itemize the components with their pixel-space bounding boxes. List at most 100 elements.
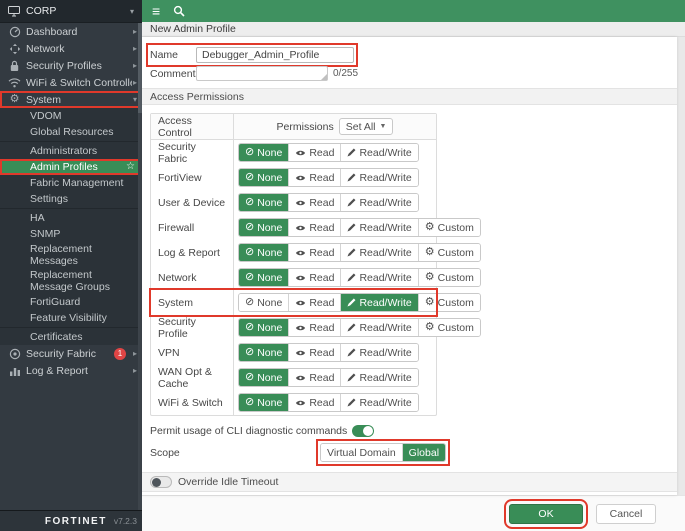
scope-option-label: Global (408, 446, 440, 459)
ban-icon: ⊘ (245, 171, 255, 183)
sidebar-item-network[interactable]: Network ▸ (0, 40, 142, 57)
sidebar-item-global-resources[interactable]: Global Resources (0, 124, 142, 140)
readwrite-permission-button[interactable]: Read/Write (341, 344, 418, 361)
readwrite-permission-button[interactable]: Read/Write (341, 319, 419, 336)
permission-row-system: System ⊘ None Read Read/Write ⚙ Custom (149, 288, 481, 317)
read-permission-button[interactable]: Read (289, 219, 342, 236)
none-permission-button[interactable]: ⊘ None (239, 369, 290, 386)
chart-icon (8, 365, 21, 377)
chevron-down-icon: ▾ (132, 95, 137, 104)
none-permission-button[interactable]: ⊘ None (239, 344, 290, 361)
none-permission-button[interactable]: ⊘ None (239, 269, 290, 286)
vdom-icon (8, 5, 20, 17)
sidebar-item-label: Log & Report (26, 364, 88, 377)
read-permission-button[interactable]: Read (289, 294, 342, 311)
permission-row-options: ⊘ None Read Read/Write (234, 140, 436, 165)
permission-option-label: None (257, 196, 283, 209)
name-row-annotation: Name (146, 43, 358, 67)
sidebar-item-snmp[interactable]: SNMP (0, 226, 142, 242)
none-permission-button[interactable]: ⊘ None (239, 244, 290, 261)
sidebar-item-settings[interactable]: Settings (0, 191, 142, 207)
fortinet-logo: FORTINET (44, 515, 107, 527)
readwrite-permission-button[interactable]: Read/Write (341, 144, 418, 161)
sidebar-item-replacement-message-groups[interactable]: Replacement Message Groups (0, 268, 142, 294)
permission-option-label: Read/Write (359, 146, 412, 159)
readwrite-permission-button[interactable]: Read/Write (341, 194, 418, 211)
sidebar-item-security-fabric[interactable]: Security Fabric 1 ▸ (0, 345, 142, 362)
name-input[interactable] (196, 47, 354, 63)
vdom-selector[interactable]: CORP ▾ (0, 0, 142, 23)
sidebar-item-admin-profiles[interactable]: Admin Profiles ☆ (0, 159, 142, 175)
readwrite-permission-button[interactable]: Read/Write (341, 369, 418, 386)
sidebar-item-security-profiles[interactable]: Security Profiles ▸ (0, 57, 142, 74)
read-permission-button[interactable]: Read (289, 169, 342, 186)
sidebar-divider (0, 327, 142, 328)
permission-row-label: WiFi & Switch (151, 390, 234, 415)
none-permission-button[interactable]: ⊘ None (239, 394, 290, 411)
custom-permission-button[interactable]: ⚙ Custom (418, 269, 480, 286)
sidebar-item-dashboard[interactable]: Dashboard ▸ (0, 23, 142, 40)
permission-option-label: None (257, 396, 283, 409)
read-permission-button[interactable]: Read (289, 144, 342, 161)
sidebar-subitem-label: Fabric Management (30, 177, 124, 189)
sidebar-item-fabric-management[interactable]: Fabric Management (0, 175, 142, 191)
none-permission-button[interactable]: ⊘ None (239, 294, 290, 311)
comments-input[interactable] (196, 66, 328, 81)
custom-permission-button[interactable]: ⚙ Custom (418, 294, 480, 311)
cancel-button[interactable]: Cancel (596, 503, 656, 524)
sidebar-item-ha[interactable]: HA (0, 210, 142, 226)
sidebar-item-log-report[interactable]: Log & Report ▸ (0, 362, 142, 379)
sidebar-item-wifi-switch-controller[interactable]: WiFi & Switch Controller ▸ (0, 74, 142, 91)
custom-permission-button[interactable]: ⚙ Custom (418, 219, 480, 236)
readwrite-permission-button[interactable]: Read/Write (341, 244, 419, 261)
access-control-column-header: Access Control (151, 114, 234, 139)
star-icon[interactable]: ☆ (126, 161, 135, 173)
read-permission-button[interactable]: Read (289, 394, 342, 411)
override-idle-timeout-toggle[interactable] (150, 476, 172, 488)
pencil-icon (347, 148, 356, 157)
sidebar-item-fortiguard[interactable]: FortiGuard (0, 294, 142, 310)
eye-icon (295, 299, 306, 307)
readwrite-permission-button[interactable]: Read/Write (341, 394, 418, 411)
pencil-icon (347, 373, 356, 382)
read-permission-button[interactable]: Read (289, 369, 342, 386)
eye-icon (295, 349, 306, 357)
none-permission-button[interactable]: ⊘ None (239, 319, 290, 336)
cli-diagnostic-label: Permit usage of CLI diagnostic commands (150, 425, 348, 437)
read-permission-button[interactable]: Read (289, 344, 342, 361)
sidebar-item-replacement-messages[interactable]: Replacement Messages (0, 242, 142, 268)
readwrite-permission-button[interactable]: Read/Write (341, 219, 419, 236)
read-permission-button[interactable]: Read (289, 319, 342, 336)
sidebar-item-feature-visibility[interactable]: Feature Visibility (0, 310, 142, 326)
custom-permission-button[interactable]: ⚙ Custom (418, 244, 480, 261)
permission-row-options: ⊘ None Read Read/Write (234, 165, 436, 190)
lock-icon (8, 60, 21, 72)
ok-button[interactable]: OK (504, 498, 588, 529)
read-permission-button[interactable]: Read (289, 194, 342, 211)
sidebar-item-administrators[interactable]: Administrators (0, 143, 142, 159)
permission-segmented-control: ⊘ None Read Read/Write (238, 193, 419, 212)
search-icon[interactable] (173, 5, 185, 17)
set-all-button[interactable]: Set All ▼ (338, 118, 394, 135)
none-permission-button[interactable]: ⊘ None (239, 144, 290, 161)
sidebar-item-certificates[interactable]: Certificates (0, 329, 142, 345)
permission-option-label: Read/Write (359, 271, 412, 284)
none-permission-button[interactable]: ⊘ None (239, 194, 290, 211)
scope-option-global[interactable]: Global (402, 444, 446, 461)
read-permission-button[interactable]: Read (289, 269, 342, 286)
scope-option-virtual-domain[interactable]: Virtual Domain (321, 444, 403, 461)
readwrite-permission-button[interactable]: Read/Write (341, 169, 418, 186)
sidebar-item-system[interactable]: ⚙ System ▾ (0, 91, 142, 108)
sidebar-item-vdom[interactable]: VDOM (0, 108, 142, 124)
sidebar-nav: Dashboard ▸ Network ▸ Security Profiles ▸ WiFi… (0, 23, 142, 510)
readwrite-permission-button[interactable]: Read/Write (341, 294, 419, 311)
resize-handle-icon[interactable] (321, 74, 327, 80)
cli-diagnostic-toggle[interactable] (352, 425, 375, 437)
custom-permission-button[interactable]: ⚙ Custom (418, 319, 480, 336)
read-permission-button[interactable]: Read (289, 244, 342, 261)
permission-row-label: FortiView (151, 165, 234, 190)
none-permission-button[interactable]: ⊘ None (239, 169, 290, 186)
readwrite-permission-button[interactable]: Read/Write (341, 269, 419, 286)
menu-icon[interactable]: ≡ (152, 4, 160, 18)
none-permission-button[interactable]: ⊘ None (239, 219, 290, 236)
